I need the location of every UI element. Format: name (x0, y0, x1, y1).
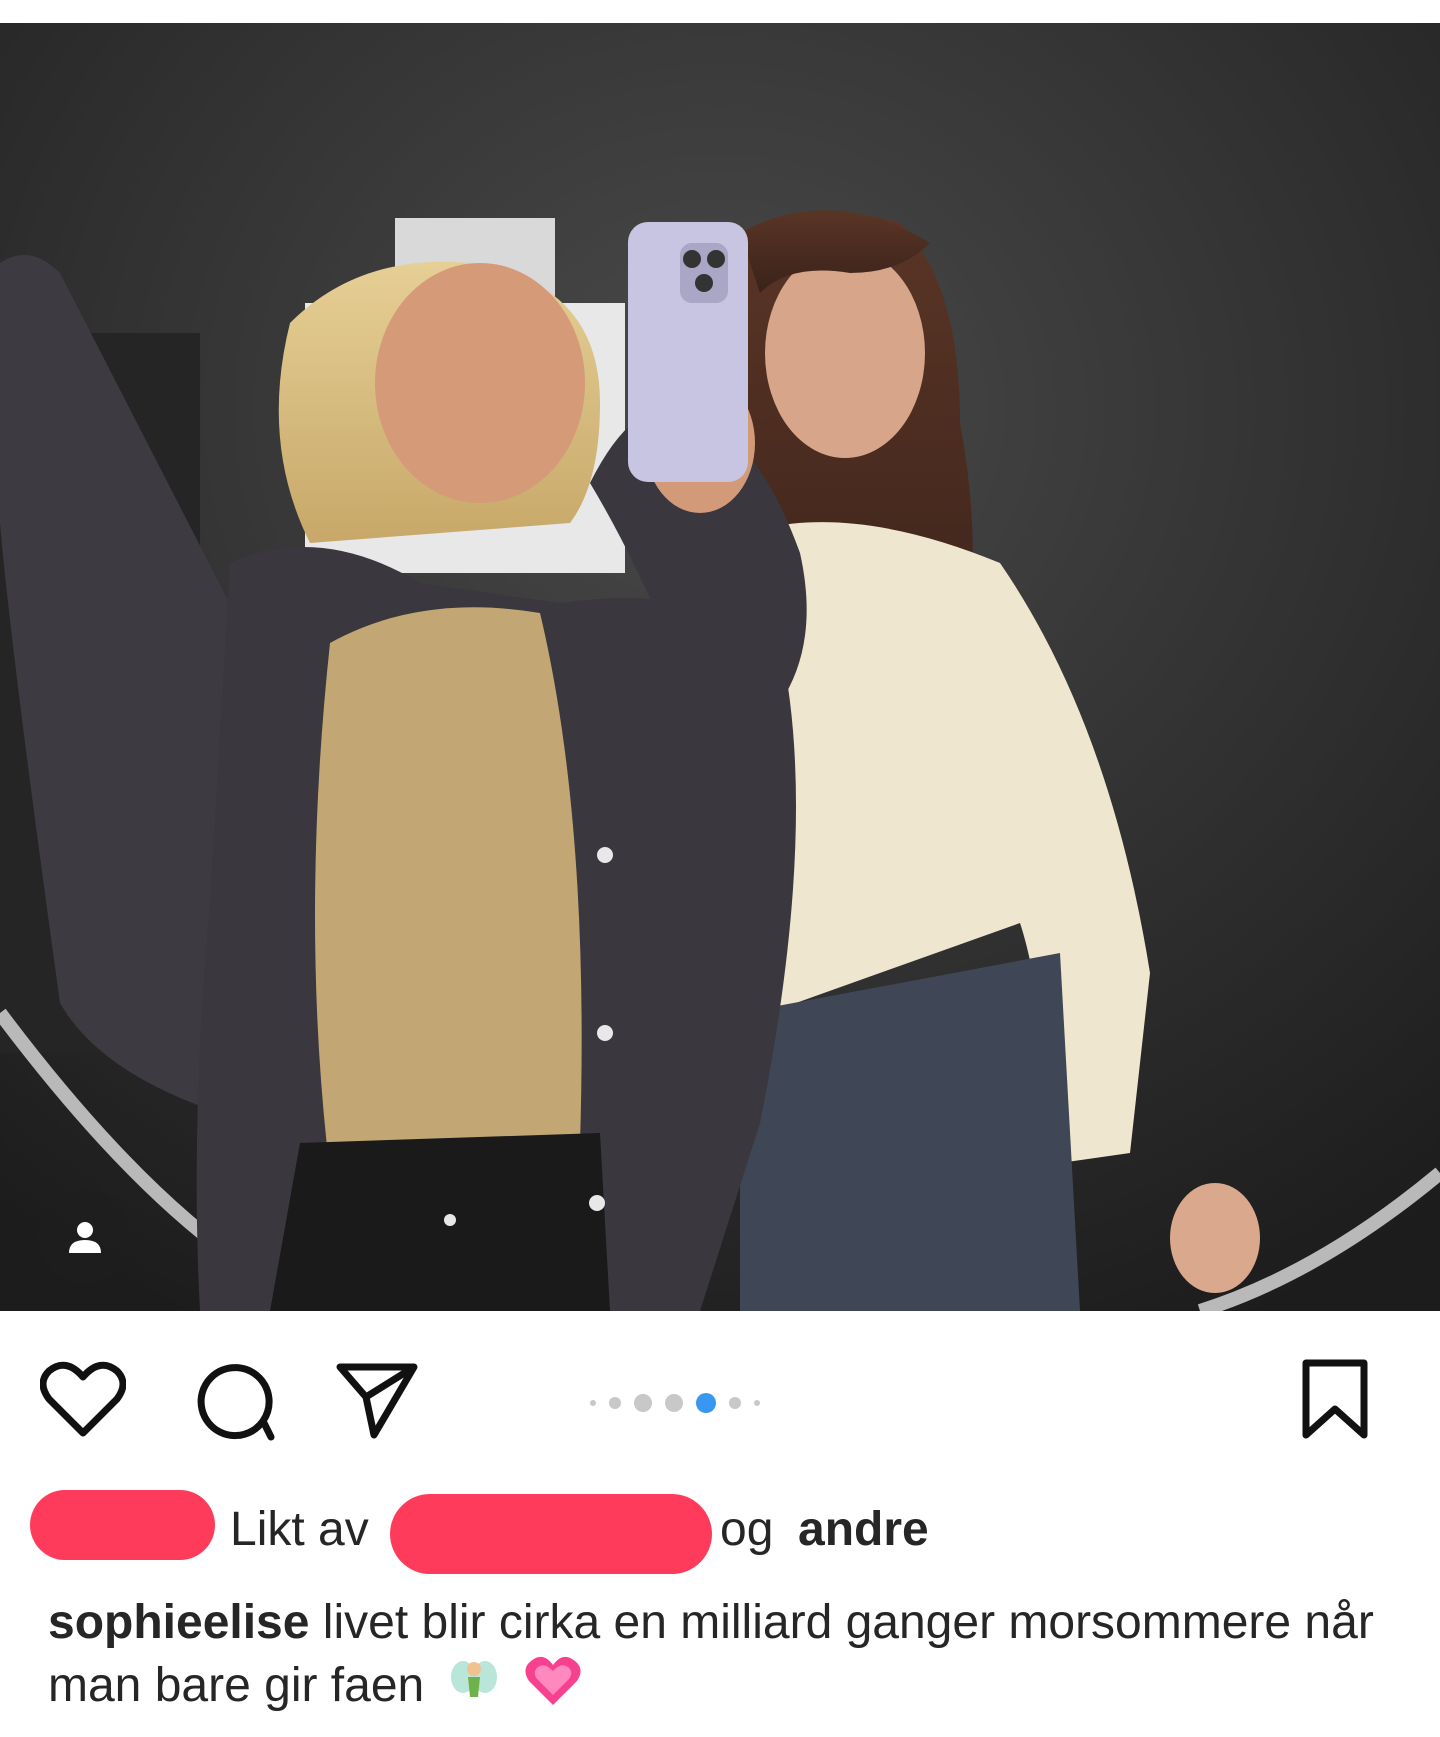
carousel-dot (590, 1400, 596, 1406)
mirror-selfie-image (0, 23, 1440, 1311)
bookmark-icon (1300, 1357, 1370, 1446)
post-caption: sophieelise livet blir cirka en milliard… (48, 1593, 1408, 1724)
fairy-emoji (448, 1655, 500, 1722)
caption-username[interactable]: sophieelise (48, 1596, 309, 1649)
likes-connector: og (720, 1503, 774, 1556)
send-icon (334, 1357, 420, 1446)
carousel-dot (754, 1400, 760, 1406)
tag-people-button[interactable] (38, 1190, 132, 1284)
carousel-dot (665, 1394, 683, 1412)
save-button[interactable] (1290, 1356, 1380, 1446)
share-button[interactable] (332, 1356, 422, 1446)
redacted-username[interactable] (390, 1494, 712, 1574)
heart-icon (39, 1359, 127, 1444)
likes-others-link[interactable]: andre (798, 1502, 929, 1557)
instagram-post: Likt av og andre sophieelise livet blir … (0, 0, 1440, 1737)
carousel-indicator (590, 1388, 760, 1418)
growing-heart-emoji (523, 1653, 583, 1724)
carousel-dot (729, 1397, 741, 1409)
comment-icon (191, 1357, 275, 1446)
liked-by-label: Likt av (230, 1503, 369, 1556)
redacted-avatars (30, 1490, 215, 1560)
carousel-dot (609, 1397, 621, 1409)
carousel-dot-active (696, 1393, 716, 1413)
post-action-bar (0, 1311, 1440, 1481)
post-photo[interactable] (0, 23, 1440, 1311)
likes-row: Likt av og andre (30, 1482, 1410, 1574)
carousel-dot (634, 1394, 652, 1412)
like-button[interactable] (38, 1356, 128, 1446)
person-tag-icon (65, 1217, 105, 1257)
comment-button[interactable] (188, 1356, 278, 1446)
